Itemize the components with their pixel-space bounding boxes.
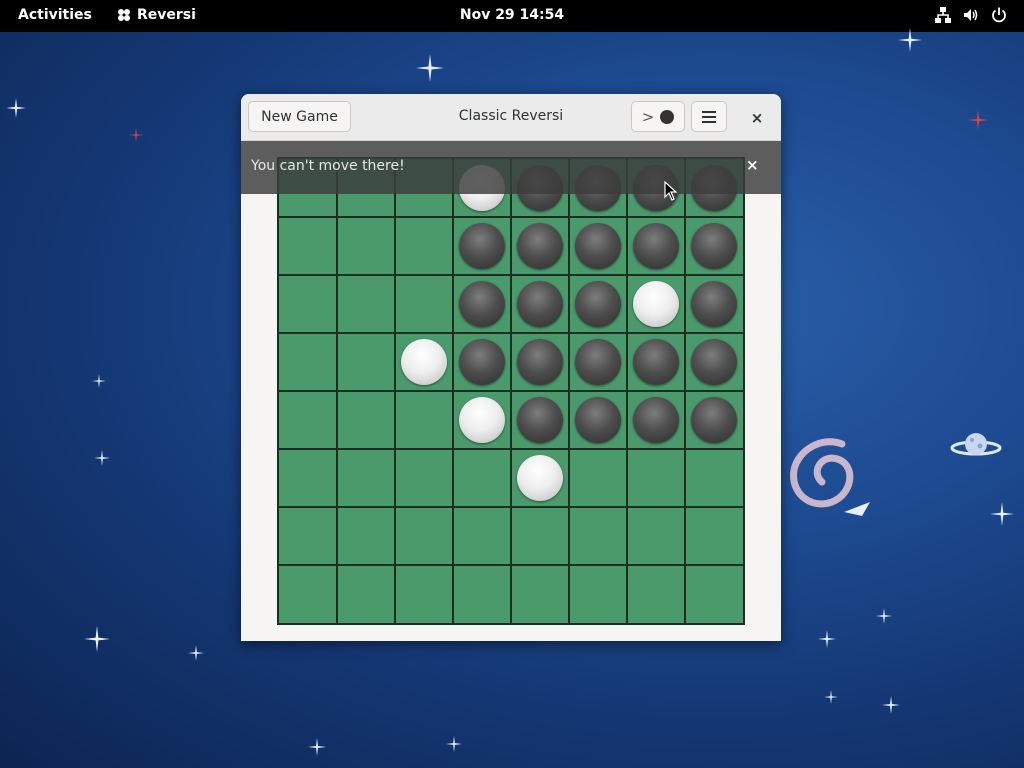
dismiss-notification-button[interactable]: ×: [746, 156, 759, 174]
black-disc: [517, 223, 563, 269]
black-disc: [633, 397, 679, 443]
reversi-window: New Game Classic Reversi > × You can't m…: [241, 94, 781, 641]
notification-message: You can't move there!: [251, 158, 405, 174]
black-disc: [459, 281, 505, 327]
black-disc: [575, 397, 621, 443]
star-decoration: [129, 128, 143, 142]
black-disc: [633, 339, 679, 385]
board-grid: [279, 159, 743, 623]
star-decoration: [308, 738, 326, 756]
star-decoration: [188, 645, 204, 661]
black-disc: [691, 223, 737, 269]
star-decoration: [416, 54, 444, 82]
black-disc: [459, 339, 505, 385]
galaxy-swirl-decoration: [790, 438, 870, 516]
star-decoration: [876, 608, 892, 624]
black-disc: [517, 397, 563, 443]
chevron-right-icon: >: [641, 107, 655, 126]
black-disc: [575, 339, 621, 385]
new-game-button[interactable]: New Game: [248, 101, 351, 132]
black-disc: [691, 397, 737, 443]
header-bar: New Game Classic Reversi > ×: [241, 94, 781, 141]
reversi-app-icon: [118, 9, 130, 21]
volume-icon: [964, 9, 978, 21]
star-decoration: [84, 626, 110, 652]
star-decoration: [818, 630, 836, 648]
star-decoration: [92, 374, 106, 388]
close-button[interactable]: ×: [744, 105, 770, 131]
power-icon: [992, 7, 1006, 23]
top-bar: Activities Reversi Nov 29 14:54: [0, 0, 1024, 32]
star-decoration: [882, 696, 900, 714]
planet-decoration: [950, 433, 1002, 456]
star-decoration: [990, 502, 1014, 526]
black-disc: [691, 281, 737, 327]
network-icon: [935, 7, 951, 23]
system-menu[interactable]: [934, 6, 1008, 24]
black-disc: [575, 223, 621, 269]
black-disc: [459, 223, 505, 269]
black-disc-icon: [660, 109, 675, 124]
star-decoration: [898, 28, 922, 52]
activities-button[interactable]: Activities: [18, 7, 92, 23]
menu-button[interactable]: [691, 101, 727, 132]
white-disc: [633, 281, 679, 327]
turn-indicator-button[interactable]: >: [631, 101, 685, 132]
white-disc: [459, 397, 505, 443]
black-disc: [517, 281, 563, 327]
black-disc: [575, 281, 621, 327]
star-decoration: [94, 450, 110, 466]
black-disc: [691, 339, 737, 385]
app-name: Reversi: [137, 7, 196, 23]
star-decoration: [446, 736, 462, 752]
black-disc: [633, 223, 679, 269]
star-decoration: [824, 690, 838, 704]
hamburger-menu-icon: [702, 110, 716, 123]
mouse-pointer-icon: [664, 181, 678, 201]
clock[interactable]: Nov 29 14:54: [460, 7, 564, 23]
app-menu[interactable]: Reversi: [117, 7, 196, 23]
in-app-notification: You can't move there! ×: [241, 141, 781, 194]
reversi-board[interactable]: [277, 157, 745, 625]
star-decoration: [968, 110, 988, 130]
star-decoration: [6, 98, 26, 118]
black-disc: [517, 339, 563, 385]
white-disc: [517, 455, 563, 501]
white-disc: [401, 339, 447, 385]
